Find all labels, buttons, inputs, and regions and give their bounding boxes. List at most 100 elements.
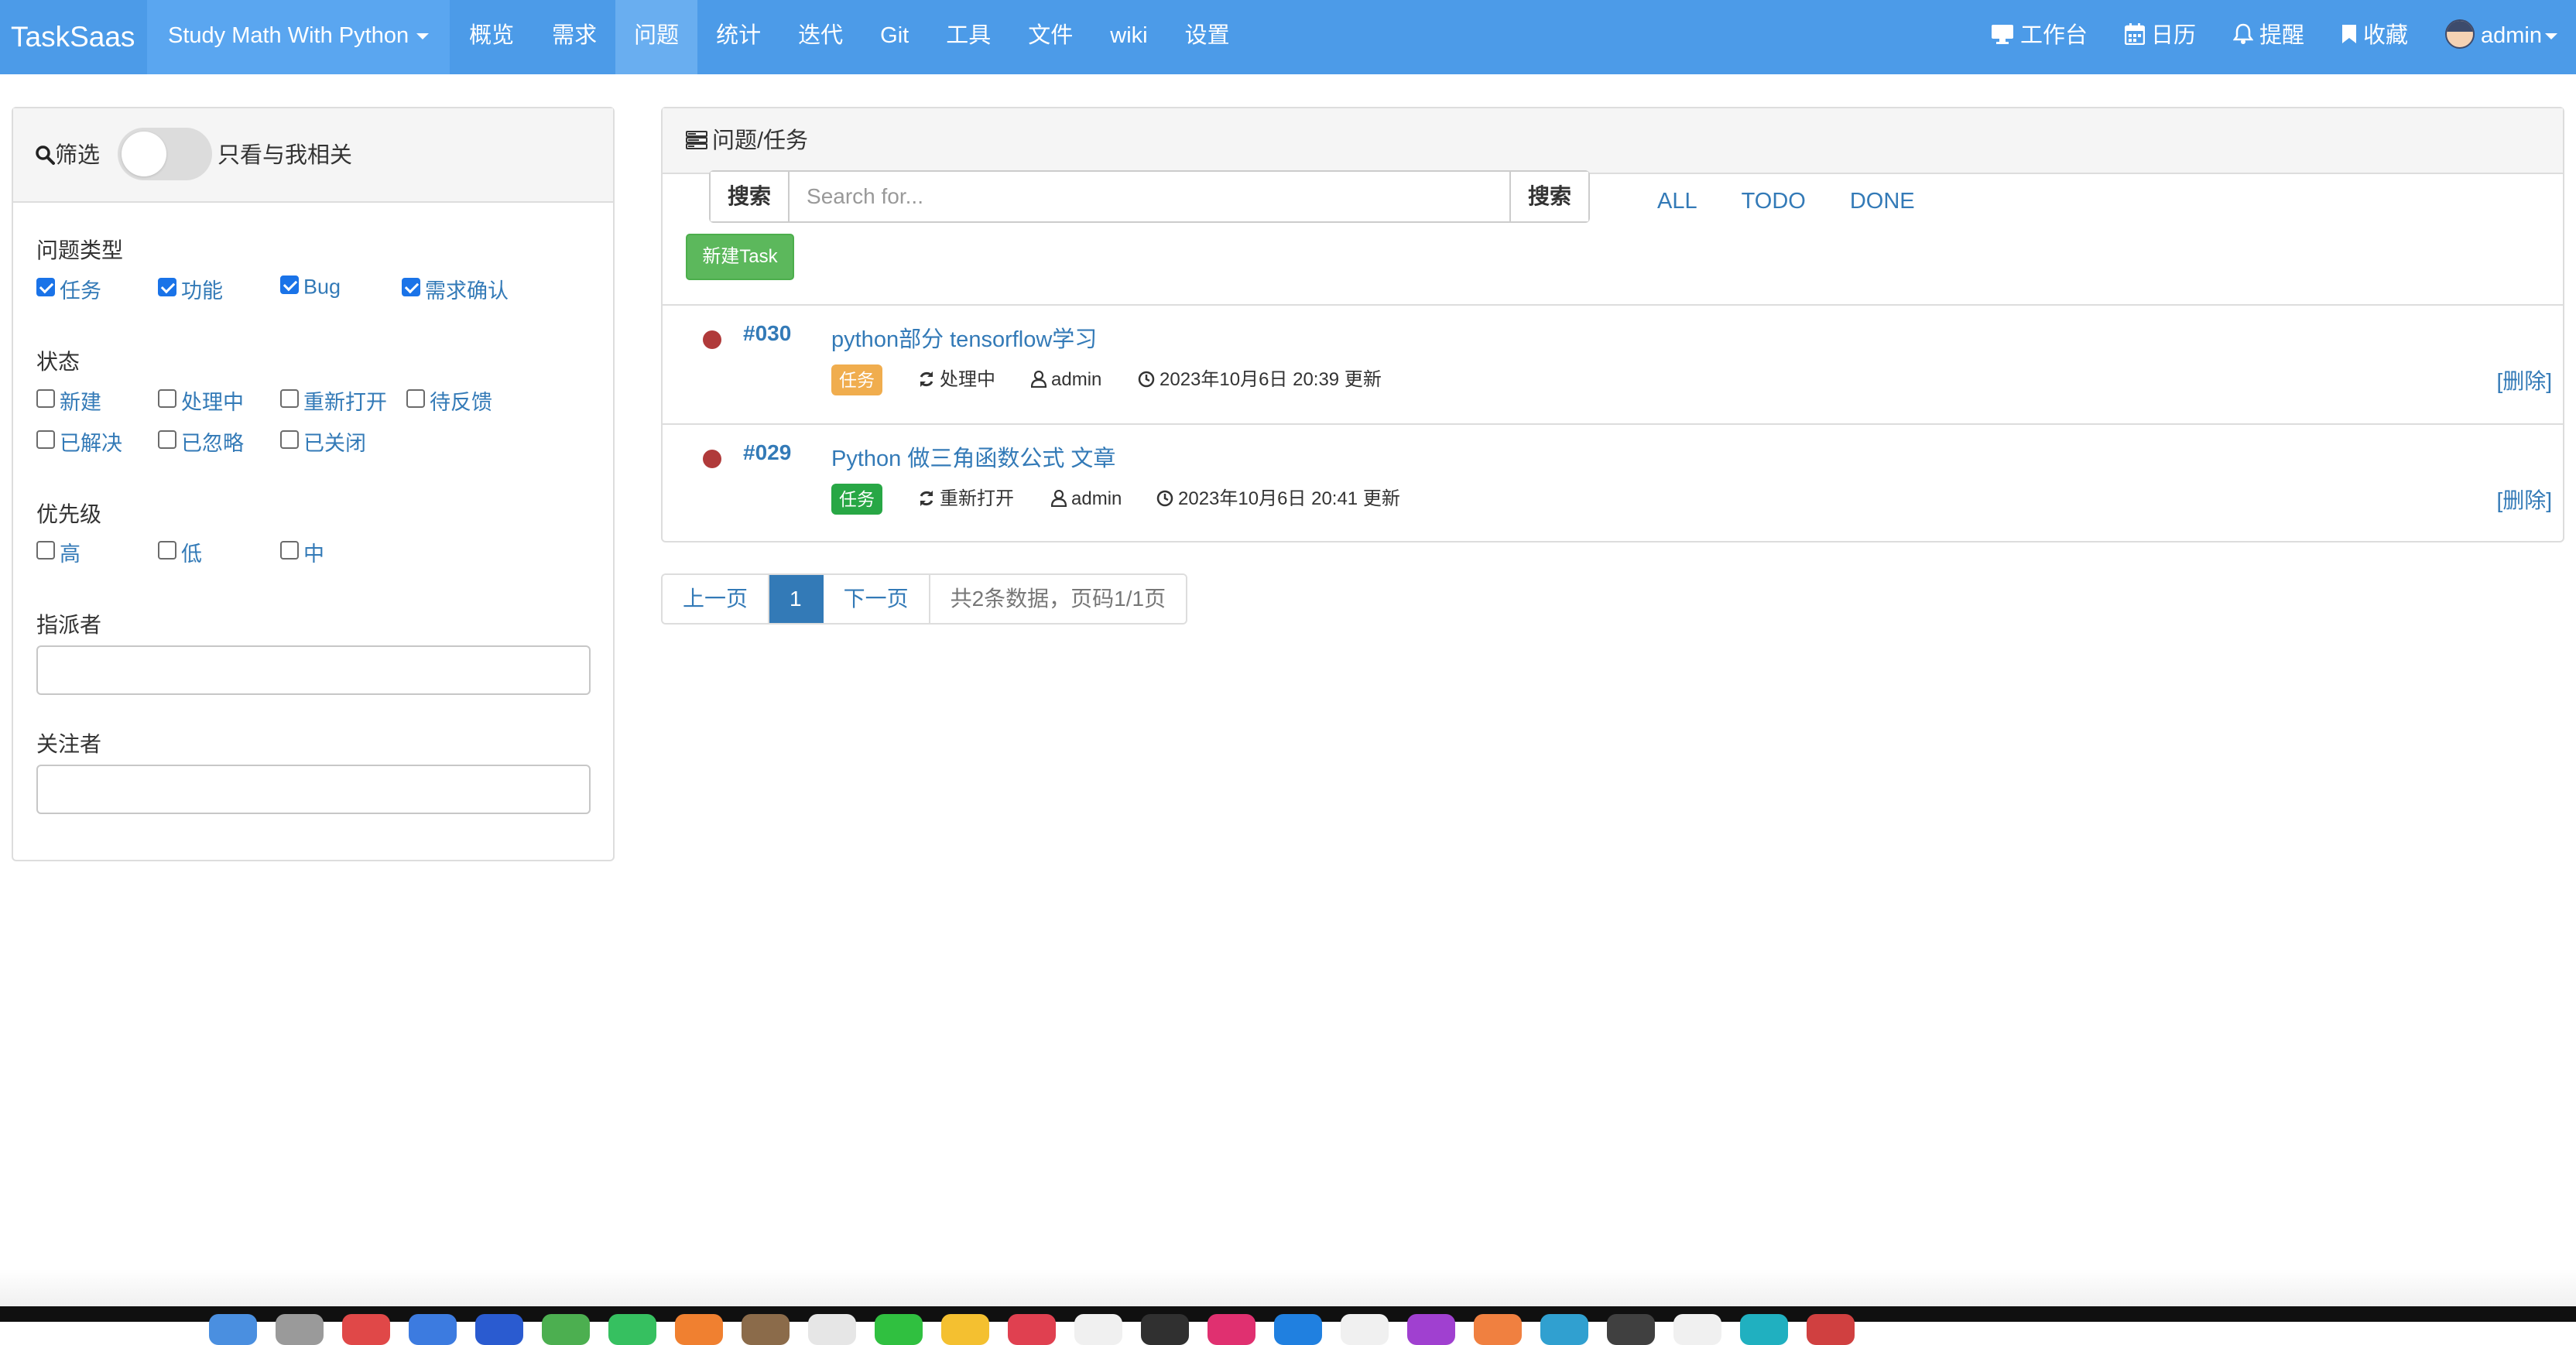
dock-app-icon[interactable] (1607, 1314, 1655, 1345)
dock-app-icon[interactable] (1008, 1314, 1056, 1345)
checkbox[interactable] (158, 540, 176, 560)
filter-heading: 筛选 只看与我相关 (13, 108, 613, 203)
nav-statistics[interactable]: 统计 (697, 0, 779, 74)
nav-calendar[interactable]: 日历 (2106, 0, 2215, 74)
priority-label: 优先级 (36, 502, 102, 526)
dock-app-icon[interactable] (276, 1314, 324, 1345)
dock-app-icon[interactable] (1474, 1314, 1522, 1345)
nav-requirements[interactable]: 需求 (533, 0, 615, 74)
dock-app-icon[interactable] (209, 1314, 257, 1345)
dock-app-icon[interactable] (1407, 1314, 1455, 1345)
issue-type-bug[interactable]: Bug (280, 274, 341, 299)
search-button-left[interactable]: 搜索 (711, 172, 790, 221)
dock-app-icon[interactable] (1673, 1314, 1721, 1345)
status-closed[interactable]: 已关闭 (280, 426, 366, 457)
nav-overview[interactable]: 概览 (450, 0, 533, 74)
checkbox[interactable] (280, 430, 299, 449)
dock-app-icon[interactable] (1341, 1314, 1389, 1345)
checkbox[interactable] (36, 277, 55, 296)
dock-app-icon[interactable] (675, 1314, 723, 1345)
checkbox[interactable] (402, 277, 420, 296)
issue-title[interactable]: python部分 tensorflow学习 (831, 321, 1097, 354)
dock-app-icon[interactable] (608, 1314, 656, 1345)
assignee-input[interactable] (36, 645, 591, 695)
project-name: Study Math With Python (168, 23, 409, 48)
checkbox[interactable] (158, 388, 176, 408)
nav-settings[interactable]: 设置 (1166, 0, 1249, 74)
issue-type-label: 问题类型 (36, 238, 124, 262)
dock-app-icon[interactable] (1274, 1314, 1322, 1345)
watcher-label: 关注者 (36, 732, 102, 756)
issue-id[interactable]: #029 (743, 440, 791, 465)
nav-issues[interactable]: 问题 (615, 0, 698, 74)
priority-medium[interactable]: 中 (280, 537, 324, 567)
checkbox[interactable] (36, 388, 55, 408)
checkbox[interactable] (280, 540, 299, 560)
checkbox[interactable] (158, 277, 176, 296)
new-task-button[interactable]: 新建Task (686, 234, 794, 280)
delete-link[interactable]: [删除] (2496, 364, 2552, 395)
nav-workbench[interactable]: 工作台 (1972, 0, 2106, 74)
issue-assignee: admin (1050, 485, 1122, 513)
dock-app-icon[interactable] (1074, 1314, 1122, 1345)
checkbox[interactable] (36, 540, 55, 560)
project-dropdown[interactable]: Study Math With Python (147, 0, 450, 74)
calendar-icon (2124, 23, 2145, 46)
remind-label: 提醒 (2259, 23, 2304, 48)
checkbox[interactable] (280, 275, 299, 294)
tab-done[interactable]: DONE (1850, 189, 1915, 214)
issue-type-feature[interactable]: 功能 (158, 274, 223, 304)
only-mine-toggle[interactable] (118, 128, 212, 180)
assignee-label: 指派者 (36, 613, 102, 637)
dock-app-icon[interactable] (342, 1314, 390, 1345)
nav-favorites[interactable]: 收藏 (2323, 0, 2427, 74)
current-page[interactable]: 1 (769, 575, 824, 623)
nav-iterations[interactable]: 迭代 (779, 0, 862, 74)
nav-wiki[interactable]: wiki (1091, 0, 1166, 74)
nav-tools[interactable]: 工具 (927, 0, 1009, 74)
status-feedback[interactable]: 待反馈 (406, 385, 492, 416)
prev-page-button[interactable]: 上一页 (663, 575, 770, 623)
user-dropdown[interactable]: admin (2427, 0, 2576, 74)
issue-type-task[interactable]: 任务 (36, 274, 101, 304)
dock-app-icon[interactable] (409, 1314, 457, 1345)
brand-logo[interactable]: TaskSaas (11, 0, 135, 74)
nav-remind[interactable]: 提醒 (2215, 0, 2323, 74)
tab-todo[interactable]: TODO (1742, 189, 1806, 214)
dock-app-icon[interactable] (808, 1314, 856, 1345)
status-in-progress[interactable]: 处理中 (158, 385, 244, 416)
next-page-button[interactable]: 下一页 (823, 575, 930, 623)
checkbox[interactable] (36, 430, 55, 449)
delete-link[interactable]: [删除] (2496, 484, 2552, 515)
checkbox[interactable] (406, 388, 425, 408)
priority-high[interactable]: 高 (36, 537, 80, 567)
dock-app-icon[interactable] (1540, 1314, 1588, 1345)
priority-dot (703, 450, 721, 468)
dock-app-icon[interactable] (1141, 1314, 1189, 1345)
dock-app-icon[interactable] (941, 1314, 989, 1345)
watcher-input[interactable] (36, 765, 591, 814)
issue-type-confirm[interactable]: 需求确认 (402, 274, 509, 304)
dock-app-icon[interactable] (1740, 1314, 1788, 1345)
search-input[interactable]: Search for... (790, 172, 1509, 221)
dock-app-icon[interactable] (875, 1314, 923, 1345)
nav-files[interactable]: 文件 (1009, 0, 1091, 74)
dock-app-icon[interactable] (1807, 1314, 1855, 1345)
issue-title[interactable]: Python 做三角函数公式 文章 (831, 440, 1115, 473)
status-new[interactable]: 新建 (36, 385, 101, 416)
dock-app-icon[interactable] (1208, 1314, 1255, 1345)
search-button[interactable]: 搜索 (1509, 172, 1588, 221)
status-resolved[interactable]: 已解决 (36, 426, 122, 457)
checkbox[interactable] (158, 430, 176, 449)
checkbox[interactable] (280, 388, 299, 408)
status-reopened[interactable]: 重新打开 (280, 385, 387, 416)
status-ignored[interactable]: 已忽略 (158, 426, 244, 457)
filter-title: 筛选 (35, 108, 100, 203)
tab-all[interactable]: ALL (1657, 189, 1697, 214)
dock-app-icon[interactable] (475, 1314, 523, 1345)
dock-app-icon[interactable] (742, 1314, 790, 1345)
priority-low[interactable]: 低 (158, 537, 202, 567)
issue-id[interactable]: #030 (743, 321, 791, 346)
nav-git[interactable]: Git (862, 0, 927, 74)
dock-app-icon[interactable] (542, 1314, 590, 1345)
